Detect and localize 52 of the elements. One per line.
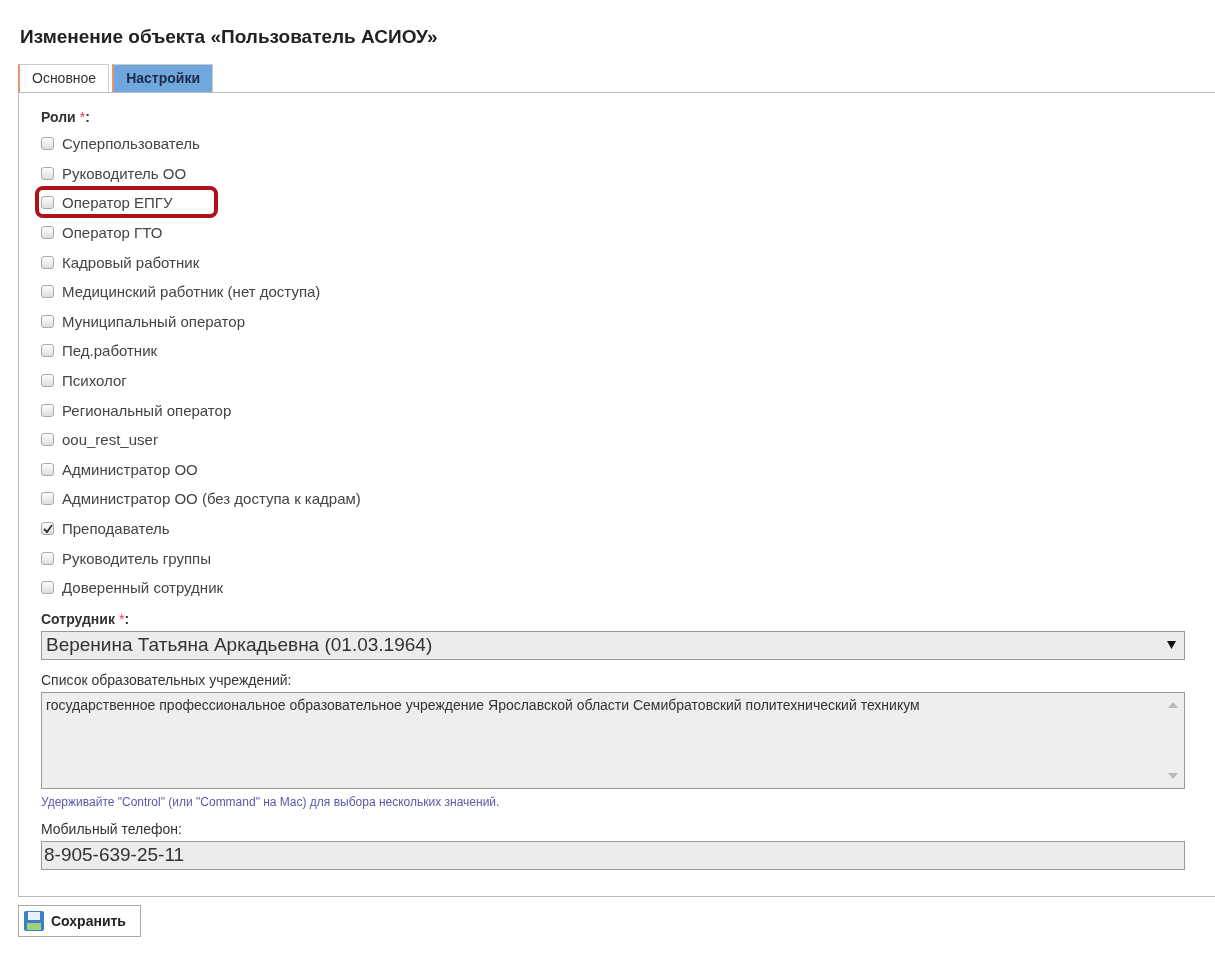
field-label: Сотрудник	[41, 610, 115, 627]
field-label: Список образовательных учреждений:	[41, 671, 292, 688]
checkbox-label: Психолог	[62, 372, 127, 390]
page-title: Изменение объекта «Пользователь АСИОУ»	[20, 26, 439, 48]
save-button[interactable]: Сохранить	[18, 904, 141, 937]
checkbox[interactable]	[41, 166, 54, 180]
checkbox-label: Администратор ОО (без доступа к кадрам)	[62, 490, 361, 508]
checkbox[interactable]	[41, 226, 54, 240]
dropdown-arrow-icon	[1167, 641, 1176, 649]
scroll-up-icon[interactable]	[1168, 701, 1178, 708]
help-text: Удерживайте "Control" (или "Command" на Mac) для выбора нескольких значений.	[41, 794, 501, 809]
field-label: Мобильный телефон:	[41, 820, 182, 837]
checkbox-label: Пед.работник	[62, 342, 158, 360]
checkbox[interactable]	[41, 581, 54, 595]
checkbox-label: Администратор ОО	[62, 460, 198, 478]
checkbox-label: Руководитель ОО	[62, 164, 187, 182]
phone-input[interactable]: 8-905-639-25-11	[41, 840, 1185, 870]
list-option[interactable]: государственное профессиональное образовательное учреждение Ярославской области Семибратовский политехнический техникум	[46, 696, 920, 713]
checkbox-label: Оператор ГТО	[62, 224, 163, 242]
checkbox[interactable]	[41, 314, 54, 328]
field-label: Роли	[41, 109, 76, 125]
tab[interactable]: Настройки	[112, 64, 214, 92]
checkbox[interactable]	[41, 492, 54, 506]
tab[interactable]: Основное	[18, 64, 110, 92]
required-mark: *	[79, 109, 86, 125]
checkbox-label: Руководитель группы	[62, 549, 211, 567]
institutions-list[interactable]: государственное профессиональное образовательное учреждение Ярославской области Семибратовский политехнический техникум	[41, 691, 1185, 789]
checkbox[interactable]	[41, 462, 54, 476]
checkbox[interactable]	[41, 551, 54, 565]
checkbox-label: Доверенный сотрудник	[62, 579, 224, 597]
checkbox-label: Медицинский работник (нет доступа)	[62, 283, 321, 301]
checkbox[interactable]	[41, 522, 54, 535]
checkbox[interactable]	[41, 433, 54, 447]
scroll-down-icon[interactable]	[1168, 772, 1178, 779]
employee-select[interactable]: Веренина Татьяна Аркадьевна (01.03.1964)	[41, 630, 1185, 660]
checkbox-label: oou_rest_user	[62, 431, 158, 449]
checkbox[interactable]	[41, 255, 54, 269]
label-colon: :	[124, 610, 130, 627]
label-colon: :	[85, 109, 90, 125]
required-mark: *	[118, 610, 125, 627]
checkbox[interactable]	[41, 137, 54, 151]
checkbox-label: Муниципальный оператор	[62, 312, 245, 330]
checkbox-label: Кадровый работник	[62, 253, 200, 271]
checkbox[interactable]	[41, 374, 54, 388]
checkbox-label: Преподаватель	[62, 520, 170, 537]
checkbox-label: Суперпользователь	[62, 135, 200, 153]
checkbox[interactable]	[41, 196, 54, 210]
checkbox[interactable]	[41, 344, 54, 358]
checkbox-label: Оператор ЕПГУ	[62, 194, 173, 212]
checkbox-label: Региональный оператор	[62, 401, 232, 419]
checkbox[interactable]	[41, 403, 54, 417]
checkbox[interactable]	[41, 285, 54, 299]
